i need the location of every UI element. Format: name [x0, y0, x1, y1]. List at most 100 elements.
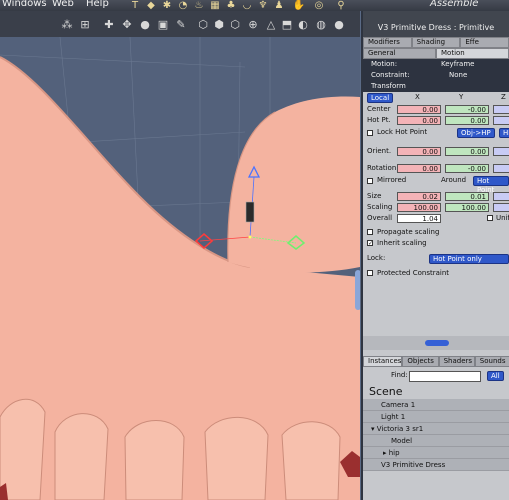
overall-field[interactable]: 1.04 — [397, 214, 441, 223]
orient-x-field[interactable]: 0.00 — [397, 147, 441, 156]
center-z-field[interactable] — [493, 105, 509, 114]
divider-grip[interactable] — [425, 340, 449, 346]
scene-item-hip[interactable]: ▸ hip — [363, 447, 509, 459]
propagate-scaling-checkbox[interactable] — [367, 229, 373, 235]
pencil-icon[interactable]: ✎ — [174, 17, 188, 31]
lock-select[interactable]: Hot Point only — [429, 254, 509, 264]
obj-to-hp-button[interactable]: Obj->HP — [457, 128, 495, 138]
mirrored-checkbox[interactable] — [367, 178, 373, 184]
hand-icon[interactable]: ✥ — [120, 17, 134, 31]
tab-instances[interactable]: Instances — [363, 356, 403, 367]
disc-tool-icon[interactable]: ◔ — [176, 0, 190, 11]
tab-effects[interactable]: Effe — [460, 37, 509, 48]
hotpt-row: Hot Pt. 0.00 0.00 — [363, 115, 509, 126]
rotation-label: Rotation — [367, 164, 397, 172]
hot-point-around-button[interactable]: Hot Point — [473, 176, 509, 194]
scaling-z-field[interactable] — [493, 203, 509, 212]
hp-button[interactable]: HP — [499, 128, 509, 138]
text-tool-icon[interactable]: T — [128, 0, 142, 11]
tab-assemble[interactable]: Assemble — [430, 0, 478, 9]
leaf-tool-icon[interactable]: ♣ — [224, 0, 238, 11]
scene-item-dress[interactable]: V3 Primitive Dress — [363, 459, 509, 471]
center-row: Center 0.00 -0.00 — [363, 104, 509, 115]
hotpt-x-field[interactable]: 0.00 — [397, 116, 441, 125]
menu-help[interactable]: Help — [86, 0, 109, 9]
tab-modifiers[interactable]: Modifiers — [363, 37, 412, 48]
filter-all-select[interactable]: All — [487, 371, 504, 381]
molecule-tool-icon[interactable]: ✱ — [160, 0, 174, 11]
hotpt-y-field[interactable]: 0.00 — [445, 116, 489, 125]
bone-tool-icon[interactable]: ⚲ — [334, 0, 348, 11]
bowl-tool-icon[interactable]: ◡ — [240, 0, 254, 11]
properties-panel: V3 Primitive Dress : Primitive Modifiers… — [361, 11, 509, 500]
flame-tool-icon[interactable]: ♨ — [192, 0, 206, 11]
scene-item-light[interactable]: Light 1 — [363, 411, 509, 423]
find-label: Find: — [391, 371, 408, 379]
scatter-icon[interactable]: ⁂ — [60, 17, 74, 31]
pawn-tool-icon[interactable]: ♟ — [272, 0, 286, 11]
scene-label: Scene — [363, 385, 509, 399]
constraint-row[interactable]: Constraint: None — [363, 70, 509, 81]
torch-tool-icon[interactable]: ♆ — [256, 0, 270, 11]
wire-cube2-icon[interactable]: ⬢ — [212, 17, 226, 31]
grid-tool-icon[interactable]: ▦ — [208, 0, 222, 11]
axis-x-label: X — [415, 93, 420, 101]
axis-icon[interactable]: ⊕ — [246, 17, 260, 31]
box-icon[interactable]: ⬒ — [280, 17, 294, 31]
panel-divider — [363, 336, 509, 350]
rotation-z-field[interactable] — [493, 164, 509, 173]
wire-cube3-icon[interactable]: ⬡ — [228, 17, 242, 31]
size-x-field[interactable]: 0.02 — [397, 192, 441, 201]
smooth-icon[interactable]: ◐ — [296, 17, 310, 31]
motion-row[interactable]: Motion: Keyframe — [363, 59, 509, 70]
cube-tool-icon[interactable]: ◆ — [144, 0, 158, 11]
hand-tool-icon[interactable]: ✋ — [292, 0, 306, 11]
camera-icon[interactable]: ▣ — [156, 17, 170, 31]
tab-shading[interactable]: Shading — [411, 37, 461, 48]
render-sphere-icon[interactable]: ● — [332, 17, 346, 31]
tri-mesh-icon[interactable]: △ — [264, 17, 278, 31]
size-z-field[interactable] — [493, 192, 509, 201]
lock-row: Lock: Hot Point only — [363, 252, 509, 265]
motion-label: Motion: — [371, 60, 398, 68]
rotation-y-field[interactable]: -0.00 — [445, 164, 489, 173]
constraint-value[interactable]: None — [449, 70, 467, 81]
constraint-label: Constraint: — [371, 71, 410, 79]
splitter-handle[interactable] — [355, 270, 360, 310]
transform-header[interactable]: Transform — [363, 81, 509, 92]
axis-mode-select[interactable]: Local — [367, 93, 394, 103]
3d-viewport[interactable] — [0, 37, 360, 500]
motion-value[interactable]: Keyframe — [441, 59, 474, 70]
tab-objects[interactable]: Objects — [402, 356, 439, 367]
tab-general[interactable]: General — [363, 48, 436, 59]
hotpt-z-field[interactable] — [493, 116, 509, 125]
fit-icon[interactable]: ✚ — [102, 17, 116, 31]
scene-item-victoria[interactable]: ▾ Victoria 3 sr1 — [363, 423, 509, 435]
target-tool-icon[interactable]: ◎ — [312, 0, 326, 11]
scaling-y-field[interactable]: 100.00 — [445, 203, 489, 212]
size-y-field[interactable]: 0.01 — [445, 192, 489, 201]
scene-item-model[interactable]: Model — [363, 435, 509, 447]
scene-item-camera[interactable]: Camera 1 — [363, 399, 509, 411]
sphere-mode-icon[interactable]: ● — [138, 17, 152, 31]
wire-cube-icon[interactable]: ⬡ — [196, 17, 210, 31]
find-input[interactable] — [409, 371, 481, 382]
lock-hot-point-checkbox[interactable] — [367, 130, 373, 136]
tab-sounds[interactable]: Sounds — [474, 356, 509, 367]
rotation-x-field[interactable]: 0.00 — [397, 164, 441, 173]
tab-shaders[interactable]: Shaders — [438, 356, 475, 367]
orient-y-field[interactable]: 0.00 — [445, 147, 489, 156]
menu-web[interactable]: Web — [52, 0, 74, 9]
scaling-x-field[interactable]: 100.00 — [397, 203, 441, 212]
center-x-field[interactable]: 0.00 — [397, 105, 441, 114]
tab-motion[interactable]: Motion — [436, 48, 509, 59]
uniform-checkbox[interactable] — [487, 215, 493, 221]
protected-constraint-checkbox[interactable] — [367, 270, 373, 276]
shaded-icon[interactable]: ◍ — [314, 17, 328, 31]
orient-z-field[interactable] — [493, 147, 509, 156]
split-icon[interactable]: ⊞ — [78, 17, 92, 31]
inherit-scaling-checkbox[interactable]: ✓ — [367, 240, 373, 247]
viewport-toolbar: ⁂ ⊞ ✚ ✥ ● ▣ ✎ ⬡ ⬢ ⬡ ⊕ △ ⬒ ◐ ◍ ● — [0, 11, 360, 37]
center-y-field[interactable]: -0.00 — [445, 105, 489, 114]
menu-windows[interactable]: Windows — [2, 0, 47, 9]
